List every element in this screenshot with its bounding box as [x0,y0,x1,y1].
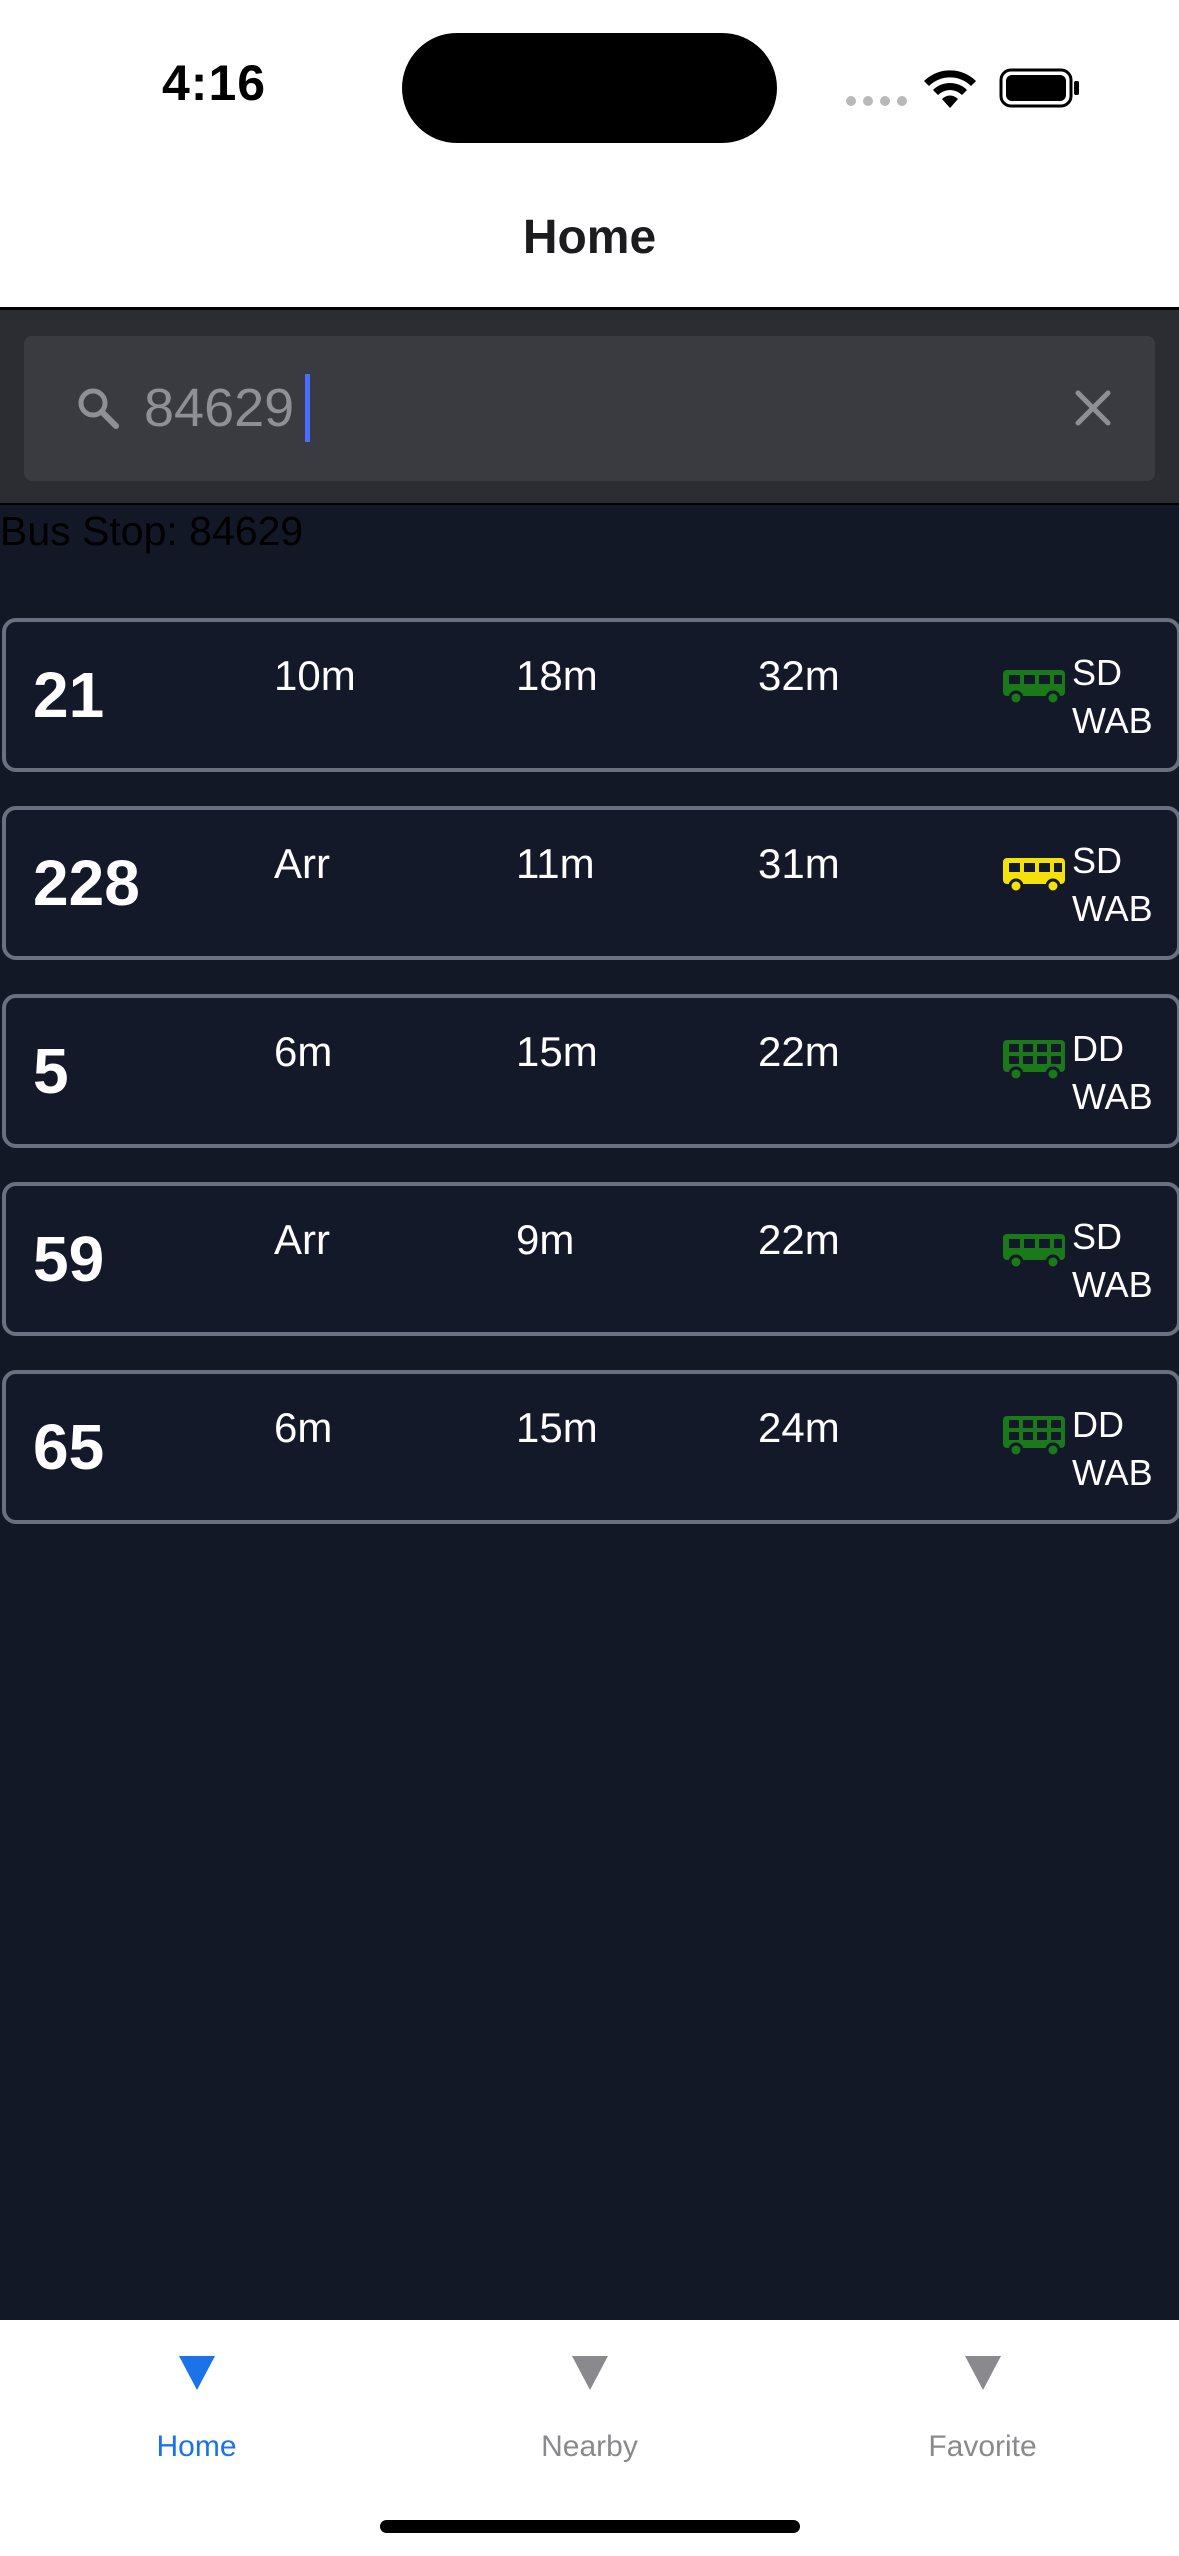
single-deck-bus-icon [1003,670,1065,706]
eta-first: 6m [274,1404,333,1451]
bus-stop-label: Bus Stop: 84629 [0,508,304,554]
clear-icon[interactable] [1069,384,1117,432]
operator: WAB [1072,1264,1153,1305]
single-deck-bus-icon [1003,858,1065,894]
bus-type: SD [1072,840,1123,881]
eta-third: 31m [758,840,840,887]
eta-first: Arr [274,840,330,887]
bus-type: SD [1072,1216,1123,1257]
service-number: 59 [33,1223,105,1295]
eta-second: 9m [516,1216,575,1263]
eta-first: 6m [274,1028,333,1075]
service-number: 21 [33,659,105,731]
search-input[interactable] [144,364,1044,452]
service-card[interactable]: 59 Arr 9m 22m SD WAB [2,1182,1179,1336]
search-box[interactable] [24,336,1155,481]
eta-second: 15m [516,1404,598,1451]
dynamic-island [402,33,777,143]
tab-nearby[interactable]: Nearby [393,2320,786,2463]
operator: WAB [1072,700,1153,741]
eta-second: 18m [516,652,598,699]
eta-first: Arr [274,1216,330,1263]
operator: WAB [1072,1452,1153,1493]
eta-third: 22m [758,1028,840,1075]
top-bar: 4:16 Home [0,0,1179,310]
tab-label: Nearby [541,2430,638,2463]
triangle-down-icon [572,2356,608,2390]
service-number: 65 [33,1411,105,1483]
service-number: 5 [33,1035,69,1107]
service-card[interactable]: 65 6m 15m 24m DD WAB [2,1370,1179,1524]
page-title: Home [522,211,657,264]
eta-third: 32m [758,652,840,699]
tab-home[interactable]: Home [0,2320,393,2463]
home-indicator[interactable] [380,2520,800,2533]
bus-type: SD [1072,652,1123,693]
service-card[interactable]: 21 10m 18m 32m SD WAB [2,618,1179,772]
search-band [0,310,1179,505]
status-time: 4:16 [162,55,267,111]
cellular-signal-icon [846,96,907,106]
bus-type: DD [1072,1404,1124,1445]
triangle-down-icon [179,2356,215,2390]
eta-third: 24m [758,1404,840,1451]
double-deck-bus-icon [1003,1416,1065,1458]
service-card[interactable]: 5 6m 15m 22m DD WAB [2,994,1179,1148]
tab-label: Home [156,2430,237,2463]
double-deck-bus-icon [1003,1040,1065,1082]
single-deck-bus-icon [1003,1234,1065,1270]
eta-second: 15m [516,1028,598,1075]
eta-first: 10m [274,652,356,699]
service-list: 21 10m 18m 32m SD WAB 228 Arr 11m 31m SD WAB 5 6m 15m 2… [2,618,1179,1558]
wifi-icon [924,70,976,108]
operator: WAB [1072,888,1153,929]
search-icon [78,388,119,429]
operator: WAB [1072,1076,1153,1117]
tab-label: Favorite [928,2430,1037,2463]
eta-second: 11m [516,840,595,887]
eta-third: 22m [758,1216,840,1263]
battery-icon [999,68,1079,108]
tab-favorite[interactable]: Favorite [786,2320,1179,2463]
triangle-down-icon [965,2356,1001,2390]
bus-type: DD [1072,1028,1124,1069]
service-number: 228 [33,847,140,919]
service-card[interactable]: 228 Arr 11m 31m SD WAB [2,806,1179,960]
search-divider [0,503,1179,505]
text-caret [305,374,310,442]
